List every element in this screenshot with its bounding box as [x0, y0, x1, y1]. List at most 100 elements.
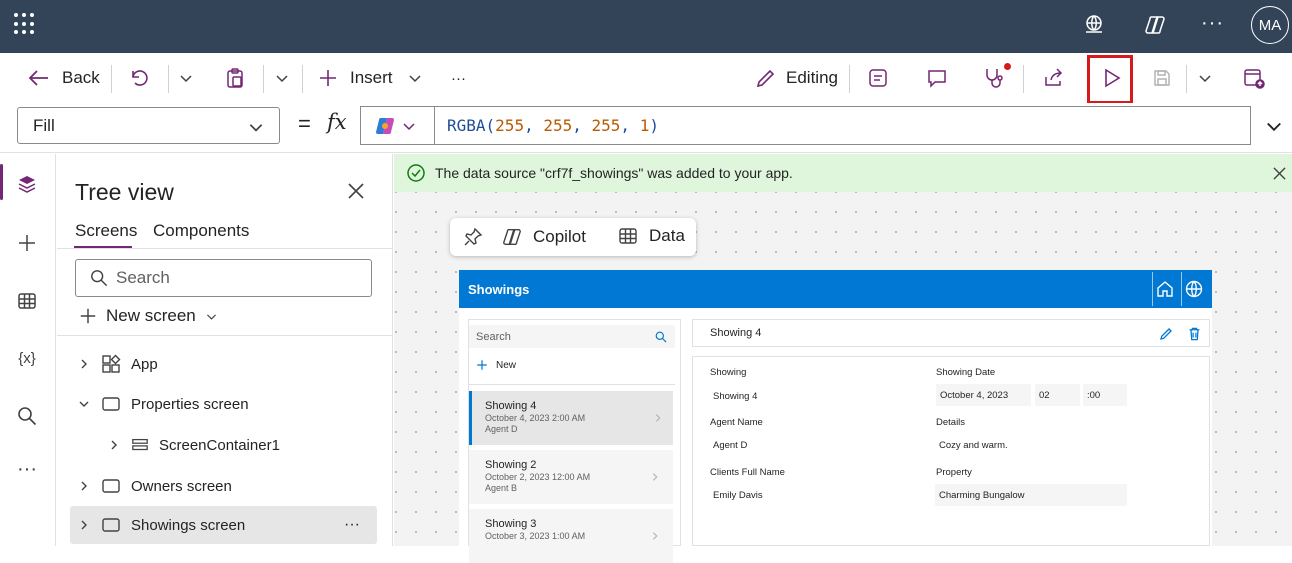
agent-field[interactable]: Agent D — [709, 434, 909, 456]
undo-button[interactable] — [130, 53, 150, 103]
gallery-item[interactable]: Showing 3 October 3, 2023 1:00 AM — [469, 509, 673, 563]
data-icon[interactable] — [16, 290, 38, 312]
item-agent: Agent B — [485, 483, 518, 493]
property-field[interactable]: Charming Bungalow — [935, 484, 1127, 506]
details-field[interactable]: Cozy and warm. — [935, 434, 1135, 456]
tab-screens[interactable]: Screens — [75, 221, 137, 241]
insert-button[interactable]: Insert — [318, 53, 423, 103]
save-dropdown-button[interactable] — [1197, 53, 1213, 103]
plus-icon — [477, 360, 487, 370]
tree-view-panel: Tree view Screens Components Search New … — [57, 154, 393, 546]
environment-icon[interactable] — [1082, 13, 1106, 37]
delete-icon[interactable] — [1188, 327, 1201, 341]
tree-item-label: Properties screen — [131, 395, 249, 413]
undo-dropdown-button[interactable] — [178, 53, 194, 103]
hour-dropdown[interactable]: 02 — [1035, 384, 1080, 406]
clipboard-icon — [227, 68, 243, 88]
share-button[interactable] — [1042, 53, 1064, 103]
avatar[interactable]: MA — [1251, 6, 1289, 44]
detail-header: Showing 4 — [692, 319, 1210, 347]
variables-icon[interactable]: {x} — [16, 347, 38, 369]
formula-text[interactable]: RGBA(255, 255, 255, 1) — [447, 116, 659, 135]
client-field[interactable]: Emily Davis — [709, 484, 909, 506]
new-screen-button[interactable]: New screen — [79, 306, 218, 326]
copilot-button[interactable]: Copilot — [501, 226, 586, 248]
pencil-icon — [756, 69, 775, 87]
showing-field[interactable]: Showing 4 — [709, 385, 909, 407]
more-options-icon[interactable]: ··· — [344, 516, 360, 534]
chevron-right-icon — [655, 414, 661, 422]
notes-button[interactable] — [868, 53, 888, 103]
notification-banner: The data source "crf7f_showings" was add… — [394, 154, 1292, 192]
publish-button[interactable] — [1243, 53, 1265, 103]
save-button[interactable] — [1152, 53, 1172, 103]
insert-label: Insert — [350, 68, 393, 87]
back-button[interactable]: Back — [28, 53, 100, 103]
minute-dropdown[interactable]: :00 — [1083, 384, 1127, 406]
data-button[interactable]: Data — [618, 226, 685, 246]
insert-icon[interactable] — [16, 232, 38, 254]
tree-item-screencontainer1[interactable]: ScreenContainer1 — [107, 426, 280, 464]
tree-search-input[interactable]: Search — [75, 259, 372, 297]
editing-button[interactable]: Editing — [755, 53, 838, 103]
chevron-down-icon — [180, 75, 192, 83]
field-label: Agent Name — [710, 417, 763, 428]
waffle-icon[interactable] — [14, 13, 36, 35]
chevron-down-icon — [409, 75, 421, 83]
detail-form: Showing Showing 4 Showing Date October 4… — [692, 356, 1210, 546]
close-icon[interactable] — [347, 182, 365, 200]
more-icon[interactable]: ··· — [16, 458, 38, 480]
divider — [1186, 65, 1187, 93]
date-picker[interactable]: October 4, 2023 — [936, 384, 1031, 406]
paste-dropdown-button[interactable] — [274, 53, 290, 103]
showing-detail-panel: Showing 4 Showing Showing 4 Showing Date… — [692, 319, 1210, 546]
chevron-right-icon — [652, 473, 658, 481]
chevron-right-icon[interactable] — [77, 480, 91, 492]
tree-item-properties-screen[interactable]: Properties screen — [77, 385, 249, 423]
search-icon[interactable] — [16, 405, 38, 427]
more-commands-button[interactable]: ··· — [451, 53, 466, 103]
chevron-right-icon[interactable] — [77, 519, 91, 531]
divider — [168, 65, 169, 93]
screen-icon — [102, 518, 120, 532]
field-label: Details — [936, 417, 966, 428]
search-placeholder: Search — [476, 330, 511, 343]
chevron-right-icon[interactable] — [77, 358, 91, 370]
chevron-right-icon[interactable] — [107, 439, 121, 451]
more-icon[interactable]: ··· — [1201, 12, 1225, 36]
copilot-icon[interactable] — [1143, 13, 1167, 37]
tree-view-title: Tree view — [75, 179, 174, 205]
formula-input[interactable]: RGBA(255, 255, 255, 1) — [360, 106, 1251, 145]
copilot-icon — [376, 118, 394, 134]
fx-icon[interactable]: fx — [327, 110, 347, 134]
tree-item-app[interactable]: App — [77, 345, 158, 383]
tree-view-icon[interactable] — [16, 173, 38, 195]
close-icon[interactable] — [1273, 167, 1286, 180]
tree-item-owners-screen[interactable]: Owners screen — [77, 467, 232, 505]
copilot-formula-button[interactable] — [374, 115, 417, 137]
divider — [302, 65, 303, 93]
divider — [57, 248, 393, 249]
property-dropdown[interactable]: Fill — [17, 107, 280, 144]
tab-components[interactable]: Components — [153, 221, 249, 241]
edit-icon[interactable] — [1159, 327, 1173, 341]
new-record-button[interactable]: New — [476, 359, 516, 371]
home-icon[interactable] — [1156, 280, 1174, 298]
item-date: October 2, 2023 12:00 AM — [485, 472, 591, 482]
paste-button[interactable] — [224, 53, 246, 103]
tree-item-showings-screen[interactable]: Showings screen ··· — [70, 506, 377, 544]
notes-icon — [869, 69, 887, 87]
chevron-down-icon — [1199, 75, 1211, 83]
new-screen-label: New screen — [106, 306, 196, 325]
globe-icon[interactable] — [1185, 280, 1203, 298]
chevron-down-icon[interactable] — [77, 398, 91, 410]
comments-button[interactable] — [926, 53, 948, 103]
pin-icon[interactable] — [463, 227, 483, 247]
app-screen-preview[interactable]: Showings Search New Showing 4 October 4,… — [459, 270, 1212, 563]
gallery-search-input[interactable]: Search — [469, 325, 675, 348]
gallery-item[interactable]: Showing 4 October 4, 2023 2:00 AM Agent … — [469, 391, 673, 445]
gallery-item[interactable]: Showing 2 October 2, 2023 12:00 AM Agent… — [469, 450, 673, 504]
app-checker-button[interactable] — [982, 53, 1011, 103]
expand-formula-icon[interactable] — [1264, 116, 1284, 136]
divider — [111, 65, 112, 93]
